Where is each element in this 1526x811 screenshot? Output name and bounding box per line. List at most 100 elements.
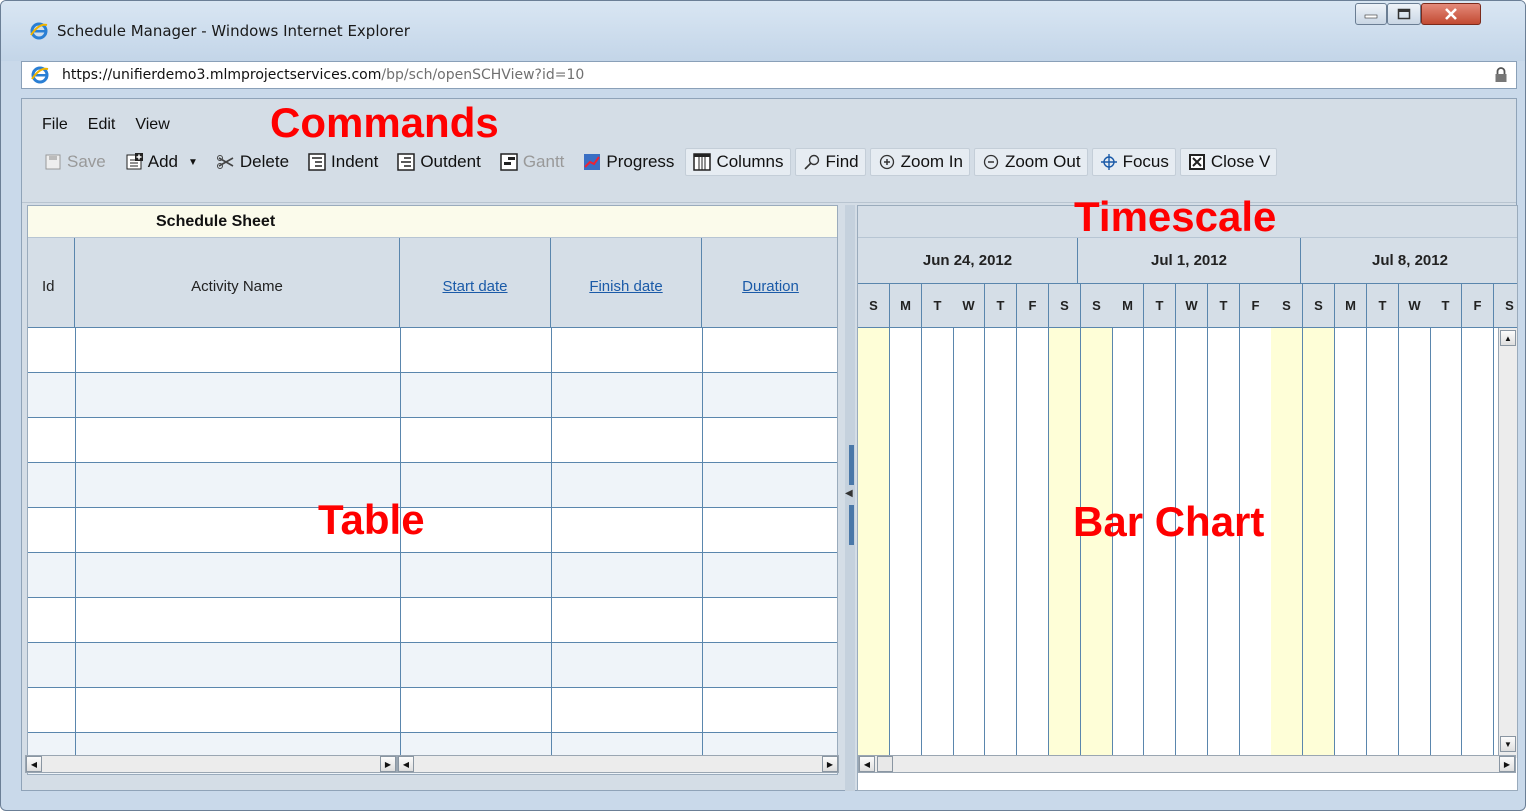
close-window-button[interactable]: [1421, 3, 1481, 25]
day-column[interactable]: [985, 328, 1017, 758]
menu-file[interactable]: File: [42, 104, 68, 134]
progress-button[interactable]: Progress: [575, 148, 681, 176]
table-row[interactable]: [28, 463, 837, 508]
find-button[interactable]: Find: [794, 148, 866, 176]
weekend-day-column[interactable]: [1303, 328, 1335, 758]
day-column[interactable]: [890, 328, 922, 758]
bar-chart-pane: Jun 24, 2012 Jul 1, 2012 Jul 8, 2012 SMT…: [857, 205, 1518, 791]
table-row[interactable]: [28, 418, 837, 463]
zoom-out-button[interactable]: Zoom Out: [973, 148, 1088, 176]
table-row[interactable]: [28, 328, 837, 373]
chart-horizontal-scrollbar[interactable]: ◀ ▶: [858, 755, 1516, 773]
scroll-right-arrow-icon[interactable]: ▶: [822, 756, 838, 772]
column-divider: [702, 328, 703, 758]
zoom-in-icon: [879, 154, 894, 170]
day-label: S: [1271, 284, 1303, 328]
day-label: S: [858, 284, 890, 328]
maximize-button[interactable]: [1387, 3, 1421, 25]
day-column[interactable]: [953, 328, 985, 758]
weekend-day-column[interactable]: [1271, 328, 1303, 758]
day-label: S: [1081, 284, 1113, 328]
window-title: Schedule Manager - Windows Internet Expl…: [57, 22, 410, 40]
splitter-handle[interactable]: [849, 505, 854, 545]
scroll-left-arrow-icon[interactable]: ◀: [26, 756, 42, 772]
day-label: W: [1176, 284, 1208, 328]
scroll-down-arrow-icon[interactable]: ▼: [1500, 736, 1516, 752]
day-label: M: [1112, 284, 1144, 328]
day-label: W: [1399, 284, 1431, 328]
outdent-button[interactable]: Outdent: [389, 148, 488, 176]
table-row[interactable]: [28, 598, 837, 643]
day-label: T: [1367, 284, 1399, 328]
scissors-icon: [216, 155, 234, 169]
url-text[interactable]: https://unifierdemo3.mlmprojectservices.…: [62, 67, 584, 83]
table-row[interactable]: [28, 688, 837, 733]
gantt-icon: [500, 153, 518, 171]
activity-horizontal-scrollbar[interactable]: ◀ ▶: [25, 755, 397, 773]
save-button[interactable]: Save: [36, 148, 113, 176]
menu-edit[interactable]: Edit: [88, 104, 116, 134]
indent-button[interactable]: Indent: [300, 148, 385, 176]
weekend-day-column[interactable]: [858, 328, 890, 758]
sheet-title: Schedule Sheet: [156, 213, 276, 230]
columns-horizontal-scrollbar[interactable]: ◀ ▶: [397, 755, 839, 773]
add-dropdown-icon[interactable]: ▼: [188, 157, 198, 168]
day-column[interactable]: [1462, 328, 1494, 758]
day-column[interactable]: [1017, 328, 1049, 758]
scroll-left-arrow-icon[interactable]: ◀: [859, 756, 875, 772]
scroll-right-arrow-icon[interactable]: ▶: [1499, 756, 1515, 772]
delete-button[interactable]: Delete: [209, 148, 296, 176]
outdent-icon: [397, 153, 416, 171]
column-divider: [75, 328, 76, 758]
table-row[interactable]: [28, 643, 837, 688]
indent-label: Indent: [331, 152, 379, 171]
column-header-duration[interactable]: Duration: [702, 238, 837, 328]
day-column[interactable]: [1399, 328, 1431, 758]
splitter-handle[interactable]: [849, 445, 854, 485]
save-label: Save: [67, 152, 106, 171]
minimize-button[interactable]: [1355, 3, 1387, 25]
indent-icon: [308, 153, 326, 171]
table-row[interactable]: [28, 508, 837, 553]
crosshair-icon: [1100, 154, 1117, 170]
table-annotation: Table: [318, 496, 425, 543]
add-icon: [126, 153, 143, 170]
column-header-start-date[interactable]: Start date: [400, 238, 551, 328]
table-row[interactable]: [28, 373, 837, 418]
menu-view[interactable]: View: [135, 104, 169, 134]
column-header-activity-name[interactable]: Activity Name: [75, 238, 400, 328]
add-label: Add: [147, 152, 178, 171]
day-label: W: [953, 284, 985, 328]
lock-icon[interactable]: [1494, 67, 1508, 83]
find-label: Find: [825, 152, 859, 171]
pane-splitter[interactable]: ◀: [845, 205, 855, 791]
collapse-arrow-icon[interactable]: ◀: [845, 488, 853, 499]
chart-vertical-scrollbar[interactable]: ▲ ▼: [1498, 328, 1517, 758]
browser-window: Schedule Manager - Windows Internet Expl…: [0, 0, 1526, 811]
search-icon: [803, 154, 819, 170]
close-view-button[interactable]: Close V: [1179, 148, 1278, 176]
zoom-in-button[interactable]: Zoom In: [869, 148, 970, 176]
maximize-icon: [1397, 8, 1411, 20]
day-column[interactable]: [1367, 328, 1399, 758]
table-row[interactable]: [28, 553, 837, 598]
scroll-up-arrow-icon[interactable]: ▲: [1500, 330, 1516, 346]
column-header-id[interactable]: Id: [28, 238, 75, 328]
close-view-label: Close V: [1210, 152, 1271, 171]
day-column[interactable]: [922, 328, 954, 758]
zoom-in-label: Zoom In: [900, 152, 963, 171]
scroll-thumb[interactable]: [877, 756, 893, 772]
sheet-title-bar: Schedule Sheet: [28, 206, 837, 238]
gantt-button[interactable]: Gantt: [492, 148, 572, 176]
zoom-out-icon: [983, 154, 999, 170]
scroll-left-arrow-icon[interactable]: ◀: [398, 756, 414, 772]
address-bar[interactable]: https://unifierdemo3.mlmprojectservices.…: [21, 61, 1517, 89]
columns-button[interactable]: Columns: [685, 148, 791, 176]
day-label: T: [985, 284, 1017, 328]
day-column[interactable]: [1335, 328, 1367, 758]
column-header-finish-date[interactable]: Finish date: [551, 238, 702, 328]
focus-button[interactable]: Focus: [1091, 148, 1176, 176]
day-column[interactable]: [1430, 328, 1462, 758]
add-button[interactable]: Add ▼: [117, 148, 205, 176]
scroll-right-arrow-icon[interactable]: ▶: [380, 756, 396, 772]
